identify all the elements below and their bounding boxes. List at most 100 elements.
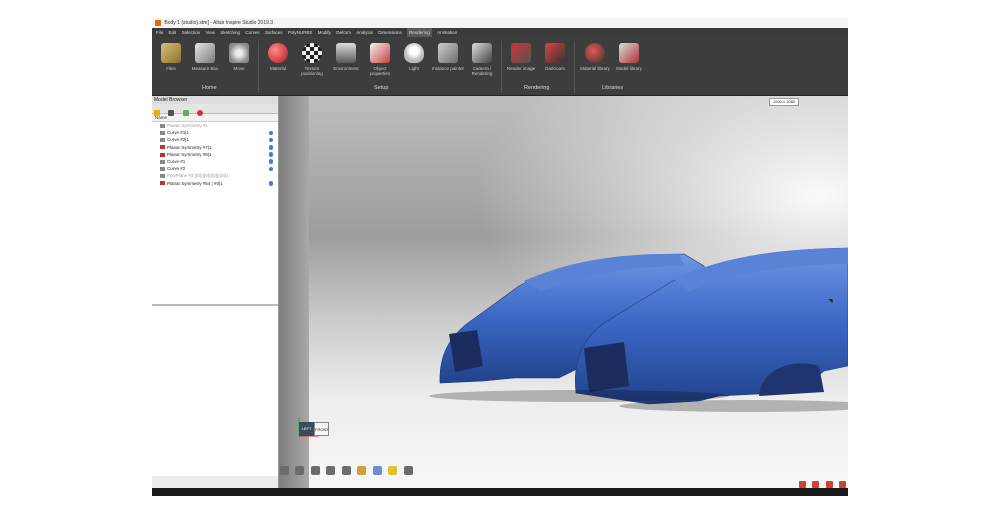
- visibility-icon[interactable]: [268, 159, 273, 164]
- texture-positioning-button[interactable]: Texture positioning: [295, 43, 329, 76]
- material-label: Material: [269, 66, 286, 71]
- render-image-label: Render image: [506, 66, 536, 71]
- environment-label: Environment: [333, 66, 359, 71]
- app-logo-icon: [155, 20, 161, 26]
- menu-edit[interactable]: Edit: [169, 28, 177, 37]
- tree-item[interactable]: Planar Symmetry #54 | #0|1: [152, 180, 278, 187]
- menu-surfaces[interactable]: Surfaces: [265, 28, 283, 37]
- menu-bar: File Edit Selection View Sketching Curve…: [152, 28, 848, 37]
- group-setup: Setup: [374, 85, 389, 91]
- instance-painter-label: Instance painter: [431, 66, 465, 71]
- light-toggle-icon[interactable]: [357, 466, 367, 475]
- environment-icon: [336, 43, 356, 63]
- car-grille-front: [584, 342, 629, 392]
- tree-item-label: Planar Symmetry #8|1: [167, 151, 212, 157]
- curve-icon: [160, 166, 165, 171]
- ribbon-separator: [574, 41, 575, 93]
- light-filter-icon[interactable]: [182, 110, 189, 116]
- menu-deform[interactable]: Deform: [336, 28, 351, 37]
- menu-modify[interactable]: Modify: [318, 28, 331, 37]
- menu-file[interactable]: File: [156, 28, 163, 37]
- zoom-icon[interactable]: [403, 466, 413, 475]
- snap-icon[interactable]: [280, 466, 289, 475]
- model-library-button[interactable]: Model library: [612, 43, 646, 71]
- tree-item[interactable]: Curve #1: [152, 158, 278, 165]
- move-button[interactable]: Move: [222, 43, 256, 71]
- measure-box-button[interactable]: Measure Box: [188, 43, 222, 71]
- tree-item[interactable]: PolyPlane #3 (|0|)(|0|)(|0|)(|0|)1: [152, 172, 278, 179]
- view-cube[interactable]: LEFT FRONT: [299, 422, 329, 436]
- tree-item-label: Curve #2|1: [167, 137, 189, 143]
- title-bar: Body 1 (studio).stm] - Altair Inspire St…: [152, 18, 848, 28]
- tree-item[interactable]: Curve #2: [152, 165, 278, 172]
- environment-button[interactable]: Environment: [329, 43, 363, 71]
- visibility-icon[interactable]: [268, 181, 273, 186]
- display-options-icon[interactable]: [388, 466, 398, 475]
- tree-item[interactable]: Curve #2|1: [152, 136, 278, 143]
- tree-item[interactable]: Planar Symmetry #1: [152, 122, 278, 129]
- status-icons: [797, 475, 846, 488]
- symmetry-icon: [160, 181, 165, 186]
- property-pane: [152, 306, 278, 476]
- visibility-icon[interactable]: [268, 137, 273, 143]
- menu-sketching[interactable]: Sketching: [220, 28, 240, 37]
- tree-item[interactable]: Planar Symmetry #7|1: [152, 144, 278, 151]
- menu-curves[interactable]: Curves: [245, 28, 259, 37]
- shading-icon[interactable]: [326, 466, 336, 475]
- menu-selection[interactable]: Selection: [182, 28, 201, 37]
- material-library-label: Material library: [580, 66, 610, 71]
- render-image-icon: [511, 43, 531, 63]
- menu-view[interactable]: View: [205, 28, 215, 37]
- tree-item[interactable]: Planar Symmetry #8|1: [152, 151, 278, 158]
- view-cube-left[interactable]: LEFT: [299, 422, 314, 436]
- camera-view-icon[interactable]: [310, 466, 320, 475]
- object-properties-button[interactable]: Object properties: [363, 43, 397, 76]
- visibility-icon[interactable]: [268, 130, 273, 136]
- move-icon: [229, 43, 249, 63]
- render-mode-icon[interactable]: [341, 466, 351, 475]
- visibility-icon[interactable]: [268, 152, 273, 157]
- menu-animation[interactable]: Animation: [437, 28, 457, 37]
- group-home: Home: [202, 85, 217, 91]
- menu-dimensions[interactable]: Dimensions: [378, 28, 402, 37]
- object-properties-icon: [370, 43, 390, 63]
- environment-toggle-icon[interactable]: [372, 466, 382, 475]
- warning-icon[interactable]: [825, 481, 833, 488]
- model-browser-panel: Model Browser Name Planar Symmetry #1 Cu…: [152, 96, 279, 494]
- app-window: Body 1 (studio).stm] - Altair Inspire St…: [152, 18, 848, 496]
- instance-painter-button[interactable]: Instance painter: [431, 43, 465, 71]
- symmetry-icon: [160, 145, 165, 150]
- menu-polynurbs[interactable]: PolyNURBS: [288, 28, 313, 37]
- os-taskbar: [152, 488, 848, 496]
- grid-icon[interactable]: [295, 466, 305, 475]
- darkroom-icon: [545, 43, 565, 63]
- ribbon-separator: [501, 41, 502, 93]
- instance-painter-icon: [438, 43, 458, 63]
- view-cube-front[interactable]: FRONT: [314, 422, 329, 436]
- model-browser-toolbar: [152, 104, 278, 116]
- texture-label: Texture positioning: [301, 66, 323, 76]
- material-button[interactable]: Material: [261, 43, 295, 71]
- tree-item[interactable]: Curve #1|1: [152, 129, 278, 136]
- tree-item-label: PolyPlane #3 (|0|)(|0|)(|0|)(|0|)1: [167, 173, 229, 179]
- model-library-label: Model library: [616, 66, 642, 71]
- curve-icon: [160, 159, 165, 164]
- record-icon[interactable]: [798, 481, 806, 488]
- 3d-viewport[interactable]: 1920 x 1080: [279, 96, 848, 496]
- camera-rendering-button[interactable]: Camera / Rendering: [465, 43, 499, 76]
- visibility-icon[interactable]: [268, 166, 273, 172]
- darkroom-button[interactable]: Darkroom: [538, 43, 572, 71]
- menu-rendering[interactable]: Rendering: [407, 28, 432, 37]
- notification-icon[interactable]: [839, 481, 846, 488]
- menu-analysis[interactable]: Analysis: [356, 28, 373, 37]
- layers-icon[interactable]: [168, 110, 175, 116]
- light-button[interactable]: Light: [397, 43, 431, 71]
- darkroom-label: Darkroom: [545, 66, 565, 71]
- render-status-icon[interactable]: [812, 481, 820, 488]
- files-button[interactable]: Files: [154, 43, 188, 71]
- texture-icon: [302, 43, 322, 63]
- visibility-icon[interactable]: [268, 145, 273, 150]
- render-image-button[interactable]: Render image: [504, 43, 538, 71]
- tree-item-label: Planar Symmetry #1: [167, 123, 208, 128]
- material-library-button[interactable]: Material library: [578, 43, 612, 71]
